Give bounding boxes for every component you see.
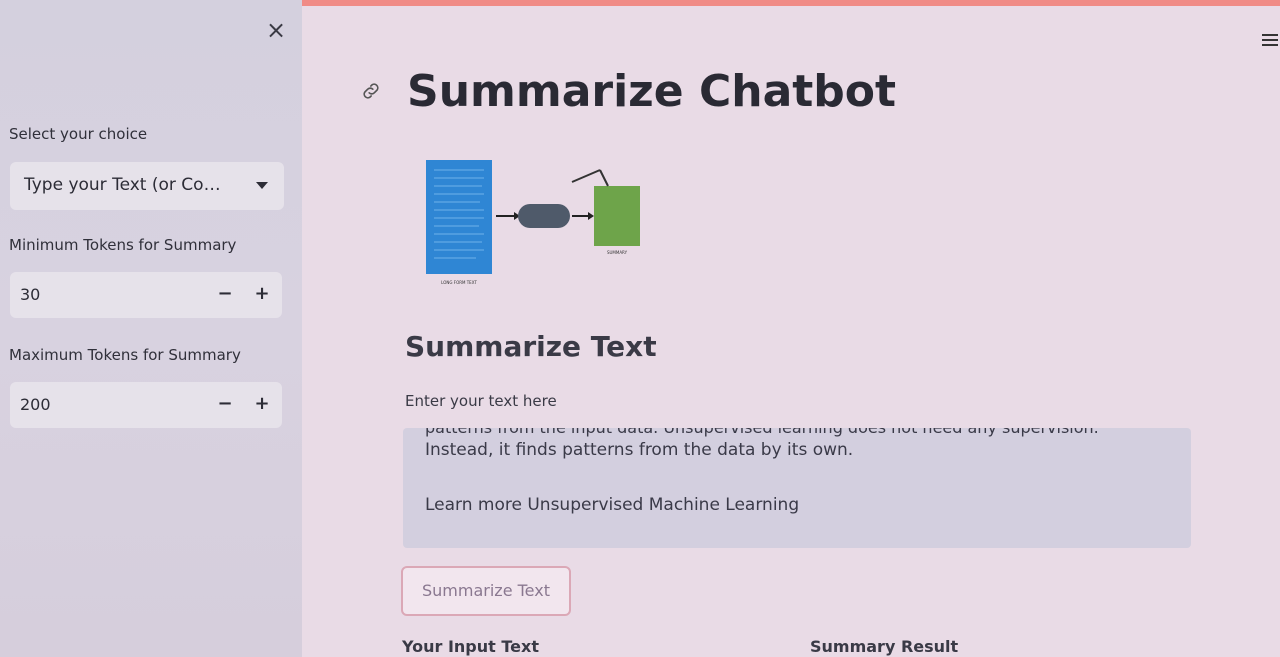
text-input-line: Learn more Unsupervised Machine Learning xyxy=(425,495,800,515)
text-input-line: Instead, it finds patterns from the data… xyxy=(425,440,854,460)
choice-select-value: Type your Text (or Co… xyxy=(24,175,221,195)
text-input-clipped-line: patterns from the input data. Unsupervis… xyxy=(425,428,1099,437)
min-tokens-stepper: 30 − + xyxy=(10,272,282,318)
max-tokens-decrement-button[interactable]: − xyxy=(214,392,236,416)
max-tokens-stepper: 200 − + xyxy=(10,382,282,428)
section-heading: Summarize Text xyxy=(405,330,657,363)
sidebar: × Select your choice Type your Text (or … xyxy=(0,0,302,657)
max-tokens-input[interactable]: 200 xyxy=(20,395,51,414)
close-sidebar-button[interactable]: × xyxy=(262,16,290,44)
min-tokens-increment-button[interactable]: + xyxy=(251,282,273,306)
link-icon[interactable] xyxy=(360,80,382,102)
page-title: Summarize Chatbot xyxy=(407,66,897,117)
summary-result-column-header: Summary Result xyxy=(810,637,959,656)
hamburger-menu-icon[interactable] xyxy=(1262,34,1278,48)
svg-text:LONG FORM TEXT: LONG FORM TEXT xyxy=(441,280,477,285)
input-text-column-header: Your Input Text xyxy=(402,637,539,656)
summarize-diagram-image: LONG FORM TEXT SUMMARY xyxy=(426,160,640,285)
min-tokens-label: Minimum Tokens for Summary xyxy=(9,236,237,254)
min-tokens-decrement-button[interactable]: − xyxy=(214,282,236,306)
chevron-down-icon xyxy=(256,182,268,189)
text-input-label: Enter your text here xyxy=(405,392,557,410)
svg-text:SUMMARY: SUMMARY xyxy=(607,250,628,255)
long-text-document-shape xyxy=(426,160,492,274)
summarize-button[interactable]: Summarize Text xyxy=(401,566,571,616)
max-tokens-increment-button[interactable]: + xyxy=(251,392,273,416)
summary-document-shape xyxy=(594,186,640,246)
min-tokens-input[interactable]: 30 xyxy=(20,285,40,304)
max-tokens-label: Maximum Tokens for Summary xyxy=(9,346,241,364)
main-content: Summarize Chatbot LONG FORM TEXT SUMMARY… xyxy=(302,0,1280,657)
text-input-area[interactable]: patterns from the input data. Unsupervis… xyxy=(403,428,1191,548)
model-pill-shape xyxy=(518,204,570,228)
choice-select[interactable]: Type your Text (or Co… xyxy=(10,162,284,210)
choice-label: Select your choice xyxy=(9,125,148,143)
